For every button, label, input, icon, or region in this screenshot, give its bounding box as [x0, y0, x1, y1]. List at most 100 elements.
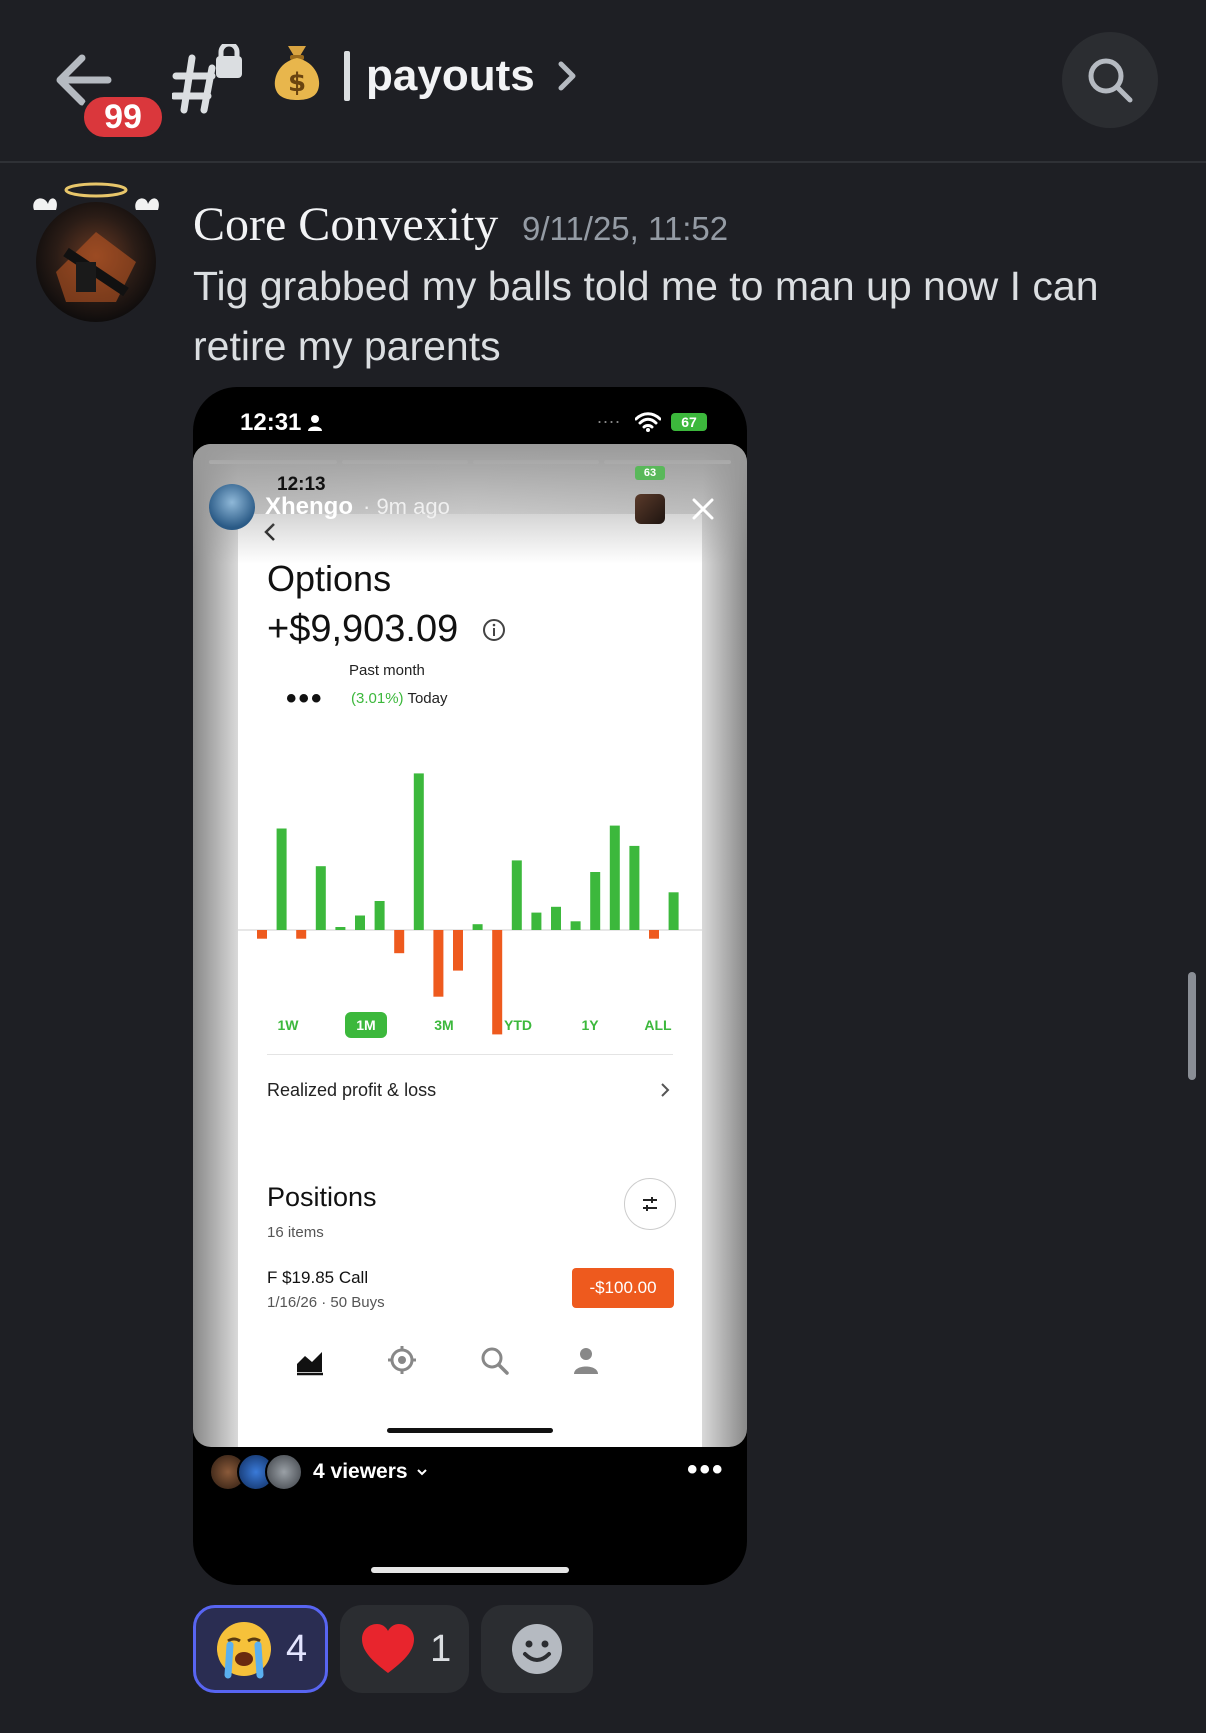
author-avatar[interactable] [30, 180, 162, 322]
chart-bar [413, 773, 424, 930]
position-meta: 1/16/26 · 50 Buys [267, 1294, 385, 1311]
channel-title[interactable]: payouts [366, 51, 535, 101]
search-icon [1088, 58, 1133, 103]
sob-emoji-icon [214, 1619, 274, 1679]
story-posted-time: · 9m ago [363, 494, 450, 519]
viewers-count: 4 viewers [313, 1460, 408, 1483]
chart-bar [511, 860, 522, 930]
viewer-avatar [265, 1453, 303, 1491]
options-app-screen: Options +$9,903.09 Past month ••• (3.01%… [238, 514, 702, 1447]
status-time: 12:31 [240, 409, 302, 436]
chart-bar [472, 924, 483, 930]
add-reaction-button[interactable] [481, 1605, 594, 1693]
message-text: Tig grabbed my balls told me to man up n… [193, 263, 1099, 369]
chart-bar [394, 930, 405, 954]
range-ytd[interactable]: YTD [494, 1012, 542, 1038]
filter-button[interactable] [624, 1178, 676, 1230]
chart-bar [668, 892, 679, 930]
realized-pl-link[interactable]: Realized profit & loss [267, 1080, 436, 1101]
story-author-name: Xhengo [265, 493, 353, 520]
heart-emoji-icon [358, 1619, 418, 1679]
search-icon[interactable] [478, 1344, 510, 1376]
range-1y[interactable]: 1Y [572, 1012, 608, 1038]
percent-change: (3.01%) [351, 690, 404, 707]
sliders-icon [643, 1197, 657, 1211]
chart-bar [551, 906, 561, 930]
position-name: F $19.85 Call [267, 1268, 369, 1287]
pl-bar-chart [238, 773, 702, 1035]
story-author[interactable]: Xhengo · 9m ago [209, 484, 450, 530]
battery-level: 67 [681, 414, 697, 430]
inner-battery-icon: 63 [635, 466, 665, 480]
chart-bar [296, 930, 307, 939]
range-selector: 1W 1M 3M YTD 1Y ALL [258, 1012, 678, 1040]
chart-bar [276, 828, 287, 930]
inner-battery-level: 63 [643, 467, 657, 479]
chart-bar [609, 825, 620, 930]
phone-status-bar: 12:31 .... 67 [193, 387, 747, 443]
positions-count: 16 items [267, 1224, 324, 1241]
viewers-button[interactable]: 4 viewers [209, 1453, 428, 1491]
reaction-heart[interactable]: 1 [340, 1605, 470, 1693]
chart-bar [257, 930, 267, 939]
gear-icon[interactable] [386, 1344, 418, 1376]
music-sticker-icon[interactable] [635, 494, 665, 524]
chart-bar [531, 912, 542, 930]
more-options-icon[interactable]: ••• [687, 1453, 725, 1487]
chart-icon[interactable] [294, 1344, 326, 1376]
chart-bar [453, 930, 463, 971]
range-all[interactable]: ALL [638, 1012, 678, 1038]
money-bag-icon: $ [270, 40, 324, 102]
chevron-right-icon[interactable] [551, 56, 581, 96]
add-reaction-icon [507, 1619, 567, 1679]
search-button[interactable] [1062, 32, 1158, 128]
author-name[interactable]: Core Convexity [193, 197, 498, 252]
reaction-count: 1 [430, 1627, 452, 1670]
channel-header: 99 $ payouts [0, 0, 1206, 163]
image-attachment[interactable]: 12:31 .... 67 Options +$9,903.09 Past mo… [193, 387, 747, 1585]
reactions-bar: 4 1 [193, 1605, 594, 1693]
today-change: (3.01%) Today [351, 690, 447, 707]
profile-icon[interactable] [570, 1344, 602, 1376]
chevron-right-icon [661, 1083, 670, 1097]
app-bottom-nav [238, 1340, 702, 1384]
range-3m[interactable]: 3M [424, 1012, 464, 1038]
story-author-avatar [209, 484, 255, 530]
positions-title: Positions [267, 1182, 377, 1212]
svg-text:$: $ [288, 68, 306, 98]
chevron-down-icon [416, 1469, 427, 1476]
story-view: Options +$9,903.09 Past month ••• (3.01%… [193, 444, 747, 1447]
chart-bar [629, 845, 640, 930]
close-icon[interactable] [690, 496, 716, 522]
options-title: Options [267, 558, 392, 599]
chart-bar [570, 921, 581, 930]
period-label: Past month [349, 662, 425, 679]
reaction-sob[interactable]: 4 [193, 1605, 329, 1693]
unread-badge: 99 [80, 93, 166, 141]
options-amount: +$9,903.09 [267, 608, 459, 650]
chart-bar [374, 901, 385, 930]
scrollbar[interactable] [1188, 972, 1196, 1080]
chart-bar [433, 930, 444, 997]
home-indicator [387, 1428, 553, 1433]
more-dots-icon: ••• [286, 682, 324, 715]
person-icon [308, 415, 322, 431]
info-icon [483, 619, 505, 641]
position-value: -$100.00 [572, 1268, 674, 1308]
chart-bar [590, 872, 601, 930]
reaction-count: 4 [286, 1627, 308, 1670]
locked-channel-icon [172, 44, 242, 114]
avatar [36, 202, 156, 322]
range-1m[interactable]: 1M [345, 1012, 387, 1038]
divider [267, 1054, 673, 1055]
chart-bar [355, 915, 365, 930]
chart-bar [315, 866, 326, 930]
phone-home-indicator [371, 1567, 569, 1573]
battery-icon: 67 [671, 413, 707, 431]
chart-bar [649, 930, 659, 939]
today-label: Today [407, 690, 448, 707]
range-1w[interactable]: 1W [268, 1012, 308, 1038]
wifi-icon [635, 412, 661, 432]
message-timestamp: 9/11/25, 11:52 [522, 210, 729, 247]
signal-icon: .... [597, 407, 622, 427]
